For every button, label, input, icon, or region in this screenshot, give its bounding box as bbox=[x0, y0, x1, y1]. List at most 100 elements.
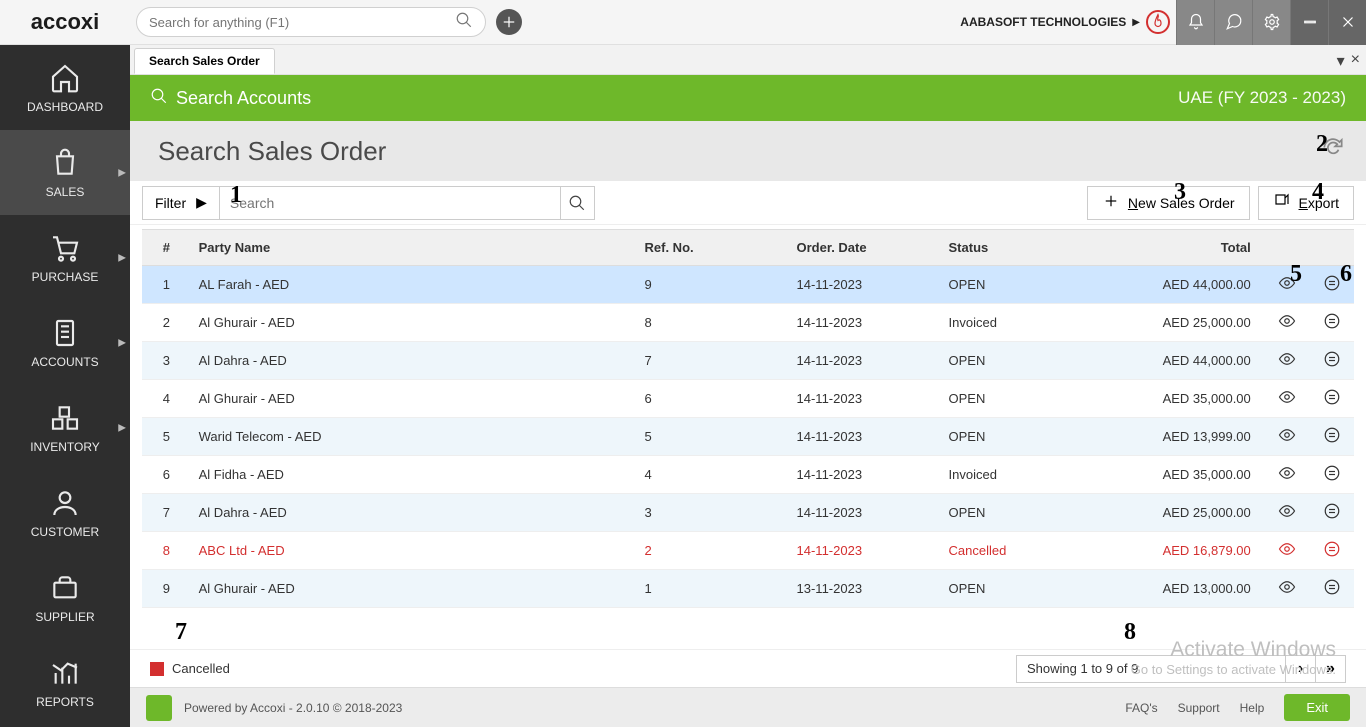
settings-icon[interactable] bbox=[1252, 0, 1290, 45]
search-icon bbox=[150, 87, 168, 110]
cell-party: AL Farah - AED bbox=[191, 266, 637, 304]
row-view-icon[interactable] bbox=[1265, 266, 1310, 304]
bell-icon[interactable] bbox=[1176, 0, 1214, 45]
sidebar-item-dashboard[interactable]: DASHBOARD bbox=[0, 45, 130, 130]
sidebar-item-sales[interactable]: SALES▶ bbox=[0, 130, 130, 215]
table-row[interactable]: 8ABC Ltd - AED214-11-2023CancelledAED 16… bbox=[142, 532, 1354, 570]
pager-next-button[interactable]: › bbox=[1286, 655, 1316, 683]
cell-num: 4 bbox=[142, 380, 191, 418]
pager-last-button[interactable]: » bbox=[1316, 655, 1346, 683]
exit-button[interactable]: Exit bbox=[1284, 694, 1350, 721]
company-name[interactable]: AABASOFT TECHNOLOGIES bbox=[960, 15, 1126, 29]
sidebar-item-customer[interactable]: CUSTOMER bbox=[0, 470, 130, 555]
cell-total: AED 35,000.00 bbox=[1093, 380, 1265, 418]
col-status[interactable]: Status bbox=[941, 230, 1093, 266]
table-search-input[interactable] bbox=[220, 195, 560, 211]
row-view-icon[interactable] bbox=[1265, 570, 1310, 608]
cell-date: 14-11-2023 bbox=[789, 456, 941, 494]
table-row[interactable]: 9Al Ghurair - AED113-11-2023OPENAED 13,0… bbox=[142, 570, 1354, 608]
table-row[interactable]: 5Warid Telecom - AED514-11-2023OPENAED 1… bbox=[142, 418, 1354, 456]
table-row[interactable]: 6Al Fidha - AED414-11-2023InvoicedAED 35… bbox=[142, 456, 1354, 494]
row-view-icon[interactable] bbox=[1265, 532, 1310, 570]
table-row[interactable]: 7Al Dahra - AED314-11-2023OPENAED 25,000… bbox=[142, 494, 1354, 532]
row-view-icon[interactable] bbox=[1265, 380, 1310, 418]
col-party[interactable]: Party Name bbox=[191, 230, 637, 266]
export-button[interactable]: Export bbox=[1258, 186, 1354, 220]
quick-add-button[interactable] bbox=[496, 9, 522, 35]
table-row[interactable]: 2Al Ghurair - AED814-11-2023InvoicedAED … bbox=[142, 304, 1354, 342]
row-more-icon[interactable] bbox=[1309, 266, 1354, 304]
chevron-right-icon: ▶ bbox=[118, 422, 126, 433]
sidebar-item-supplier[interactable]: SUPPLIER bbox=[0, 555, 130, 640]
sidebar-item-inventory[interactable]: INVENTORY ▶ bbox=[0, 385, 130, 470]
row-more-icon[interactable] bbox=[1309, 494, 1354, 532]
row-view-icon[interactable] bbox=[1265, 418, 1310, 456]
cell-num: 3 bbox=[142, 342, 191, 380]
cell-date: 14-11-2023 bbox=[789, 418, 941, 456]
col-ref[interactable]: Ref. No. bbox=[637, 230, 789, 266]
global-search[interactable] bbox=[136, 7, 486, 37]
footer-help[interactable]: Help bbox=[1240, 701, 1265, 715]
tab-close-icon[interactable]: × bbox=[1351, 51, 1360, 71]
close-button[interactable] bbox=[1328, 0, 1366, 45]
chat-icon[interactable] bbox=[1214, 0, 1252, 45]
cell-total: AED 16,879.00 bbox=[1093, 532, 1265, 570]
table-row[interactable]: 1AL Farah - AED914-11-2023OPENAED 44,000… bbox=[142, 266, 1354, 304]
col-date[interactable]: Order. Date bbox=[789, 230, 941, 266]
new-sales-order-label: New Sales Order bbox=[1128, 195, 1235, 211]
row-more-icon[interactable] bbox=[1309, 532, 1354, 570]
cell-status: OPEN bbox=[941, 266, 1093, 304]
row-more-icon[interactable] bbox=[1309, 456, 1354, 494]
cell-total: AED 25,000.00 bbox=[1093, 304, 1265, 342]
sidebar-item-label: ACCOUNTS bbox=[31, 355, 98, 369]
row-more-icon[interactable] bbox=[1309, 418, 1354, 456]
row-more-icon[interactable] bbox=[1309, 304, 1354, 342]
footer-support[interactable]: Support bbox=[1178, 701, 1220, 715]
cell-party: Al Fidha - AED bbox=[191, 456, 637, 494]
sidebar-item-label: SALES bbox=[46, 185, 85, 199]
footer-faqs[interactable]: FAQ's bbox=[1125, 701, 1157, 715]
tab-search-sales-order[interactable]: Search Sales Order bbox=[134, 48, 275, 74]
cell-total: AED 44,000.00 bbox=[1093, 266, 1265, 304]
cell-num: 9 bbox=[142, 570, 191, 608]
col-num[interactable]: # bbox=[142, 230, 191, 266]
cell-num: 8 bbox=[142, 532, 191, 570]
global-search-input[interactable] bbox=[149, 15, 455, 30]
cell-party: Warid Telecom - AED bbox=[191, 418, 637, 456]
table-row[interactable]: 3Al Dahra - AED714-11-2023OPENAED 44,000… bbox=[142, 342, 1354, 380]
cell-party: Al Ghurair - AED bbox=[191, 304, 637, 342]
tab-minimize-icon[interactable]: ▾ bbox=[1337, 51, 1345, 71]
sidebar-item-label: DASHBOARD bbox=[27, 100, 103, 114]
table-search-button[interactable] bbox=[560, 186, 594, 220]
notification-badge[interactable] bbox=[1146, 10, 1170, 34]
export-icon bbox=[1273, 192, 1291, 213]
search-icon bbox=[455, 11, 473, 34]
row-view-icon[interactable] bbox=[1265, 342, 1310, 380]
table-row[interactable]: 4Al Ghurair - AED614-11-2023OPENAED 35,0… bbox=[142, 380, 1354, 418]
new-sales-order-button[interactable]: New Sales Order bbox=[1087, 186, 1250, 220]
cell-ref: 3 bbox=[637, 494, 789, 532]
filter-button[interactable]: Filter ▶ bbox=[142, 186, 220, 220]
row-more-icon[interactable] bbox=[1309, 570, 1354, 608]
sidebar-item-accounts[interactable]: ACCOUNTS ▶ bbox=[0, 300, 130, 385]
col-total[interactable]: Total bbox=[1093, 230, 1265, 266]
cell-status: Invoiced bbox=[941, 304, 1093, 342]
filter-label: Filter bbox=[155, 195, 186, 211]
row-view-icon[interactable] bbox=[1265, 456, 1310, 494]
pager-summary: Showing 1 to 9 of 9 bbox=[1016, 655, 1286, 683]
row-view-icon[interactable] bbox=[1265, 304, 1310, 342]
minimize-button[interactable] bbox=[1290, 0, 1328, 45]
sidebar-item-purchase[interactable]: PURCHASE▶ bbox=[0, 215, 130, 300]
cell-ref: 7 bbox=[637, 342, 789, 380]
row-view-icon[interactable] bbox=[1265, 494, 1310, 532]
row-more-icon[interactable] bbox=[1309, 380, 1354, 418]
cell-total: AED 35,000.00 bbox=[1093, 456, 1265, 494]
cell-total: AED 25,000.00 bbox=[1093, 494, 1265, 532]
refresh-icon[interactable] bbox=[1320, 135, 1346, 168]
sidebar-item-label: INVENTORY bbox=[30, 440, 100, 454]
sidebar-item-reports[interactable]: REPORTS bbox=[0, 640, 130, 725]
chevron-right-icon: ▶ bbox=[118, 337, 126, 348]
page-title: Search Sales Order bbox=[158, 136, 386, 167]
sales-order-table: # Party Name Ref. No. Order. Date Status… bbox=[142, 229, 1354, 608]
row-more-icon[interactable] bbox=[1309, 342, 1354, 380]
